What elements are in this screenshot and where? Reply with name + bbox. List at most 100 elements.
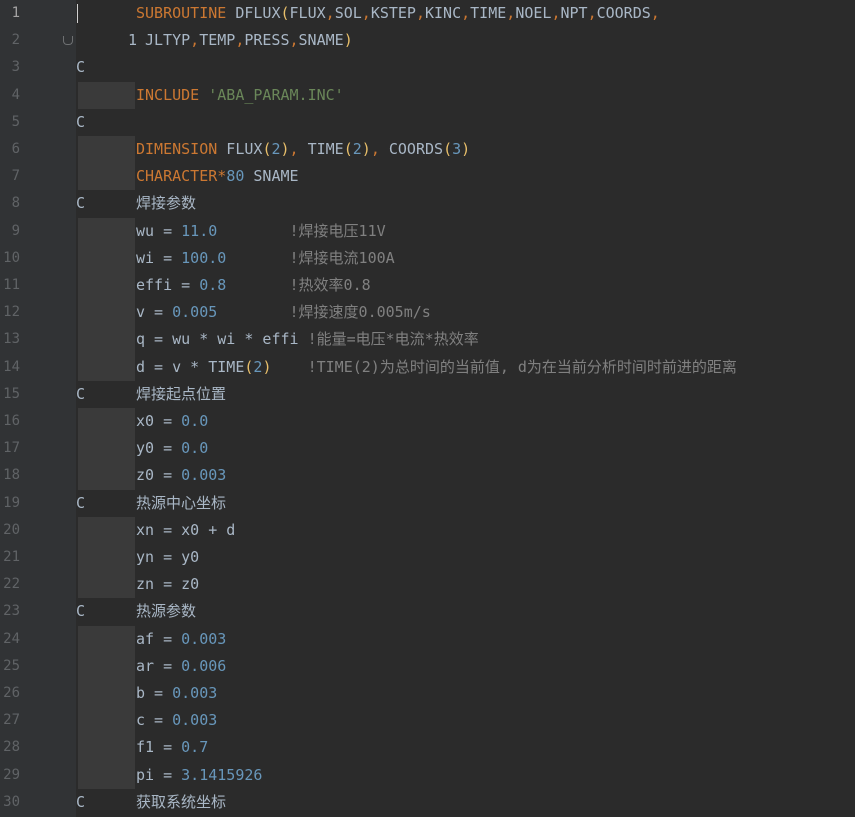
line-number: 7 <box>11 168 20 185</box>
fold-marker-icon[interactable] <box>63 36 73 46</box>
code-token: 11.0 <box>181 221 218 240</box>
code-token: PRESS <box>244 31 290 50</box>
indent-guide <box>78 707 135 735</box>
indent-guide <box>78 299 135 327</box>
code-line[interactable]: 27 c = 0.003 <box>0 707 855 735</box>
code-text[interactable]: d = v * TIME(2) !TIME(2)为总时间的当前值, d为在当前分… <box>136 354 737 381</box>
code-token: zn = z0 <box>136 575 200 594</box>
code-text[interactable]: wi = 100.0 !焊接电流100A <box>136 245 395 272</box>
code-token: 热源参数 <box>136 602 197 621</box>
code-token: 0.005 <box>172 303 218 322</box>
line-number: 17 <box>3 440 20 457</box>
code-text[interactable]: af = 0.003 <box>136 626 226 653</box>
code-token: , <box>370 140 380 158</box>
code-text[interactable]: ar = 0.006 <box>136 653 226 680</box>
code-text[interactable]: 焊接起点位置 <box>136 381 226 408</box>
code-line[interactable]: 28 f1 = 0.7 <box>0 734 855 762</box>
code-text[interactable]: DIMENSION FLUX(2), TIME(2), COORDS(3) <box>136 136 470 163</box>
code-token: af = <box>136 629 182 648</box>
code-text[interactable]: x0 = 0.0 <box>136 408 208 435</box>
code-line[interactable]: 14 d = v * TIME(2) !TIME(2)为总时间的当前值, d为在当… <box>0 353 855 381</box>
code-text[interactable]: xn = x0 + d <box>136 517 235 544</box>
code-token: ) <box>361 140 371 158</box>
code-token: INCLUDE <box>136 85 200 104</box>
code-line[interactable]: 15 C 焊接起点位置 <box>0 381 855 408</box>
code-line[interactable]: 4 INCLUDE 'ABA_PARAM.INC' <box>0 81 855 109</box>
code-line[interactable]: 25 ar = 0.006 <box>0 652 855 680</box>
comment-marker: C <box>76 602 86 621</box>
code-token: pi = <box>136 765 182 784</box>
code-token: SOL <box>334 4 362 22</box>
code-token: 2 <box>352 140 362 158</box>
code-text[interactable]: 热源参数 <box>136 598 196 625</box>
code-token: 0.003 <box>181 629 227 648</box>
code-token: x0 = <box>136 412 182 430</box>
line-number: 18 <box>3 467 20 484</box>
code-line[interactable]: 12 v = 0.005 !焊接速度0.005m/s <box>0 299 855 327</box>
code-line[interactable]: 3C <box>0 54 855 81</box>
indent-guide <box>78 435 135 463</box>
code-line[interactable]: 21 yn = y0 <box>0 544 855 572</box>
indent-guide <box>78 326 135 354</box>
code-line[interactable]: 30 C 获取系统坐标 <box>0 789 855 816</box>
code-token: !焊接电压11V <box>217 221 386 240</box>
code-line[interactable]: 13 q = wu * wi * effi !能量=电压*电流*热效率 <box>0 326 855 354</box>
code-token: d = v * TIME <box>136 357 245 376</box>
code-token: wi = <box>136 248 182 267</box>
code-text[interactable]: z0 = 0.003 <box>136 462 226 489</box>
code-line[interactable]: 23 C 热源参数 <box>0 598 855 625</box>
code-token: FLUX <box>289 4 326 22</box>
code-line[interactable]: 5C <box>0 109 855 136</box>
code-text[interactable]: b = 0.003 <box>136 680 217 707</box>
code-text[interactable]: INCLUDE 'ABA_PARAM.INC' <box>136 82 344 109</box>
code-line[interactable]: 17 y0 = 0.0 <box>0 435 855 463</box>
code-text[interactable]: y0 = 0.0 <box>136 435 208 462</box>
code-line[interactable]: 11 effi = 0.8 !热效率0.8 <box>0 272 855 300</box>
code-token: 0.003 <box>172 684 218 702</box>
code-line[interactable]: 6 DIMENSION FLUX(2), TIME(2), COORDS(3) <box>0 136 855 164</box>
code-text[interactable]: yn = y0 <box>136 544 199 571</box>
line-number: 24 <box>3 630 20 647</box>
code-token: SUBROUTINE <box>136 4 227 22</box>
code-token: 热源中心坐标 <box>136 493 227 512</box>
code-line[interactable]: 29 pi = 3.1415926 <box>0 761 855 789</box>
code-text[interactable]: 获取系统坐标 <box>136 789 226 816</box>
code-text[interactable]: pi = 3.1415926 <box>136 762 262 789</box>
code-token: v = <box>136 303 173 322</box>
code-token: JLTYP <box>145 31 191 50</box>
code-editor[interactable]: 1 SUBROUTINE DFLUX(FLUX,SOL,KSTEP,KINC,TI… <box>0 0 855 817</box>
code-line[interactable]: 18 z0 = 0.003 <box>0 462 855 490</box>
code-text[interactable]: effi = 0.8 !热效率0.8 <box>136 272 371 299</box>
code-text[interactable]: v = 0.005 !焊接速度0.005m/s <box>136 299 431 326</box>
text-caret <box>77 4 78 23</box>
code-line[interactable]: 16 x0 = 0.0 <box>0 408 855 436</box>
code-token: NOEL <box>515 4 552 22</box>
code-text[interactable]: wu = 11.0 !焊接电压11V <box>136 218 386 245</box>
code-text[interactable]: CHARACTER*80 SNAME <box>136 163 299 190</box>
code-text[interactable]: zn = z0 <box>136 571 199 598</box>
code-text[interactable]: c = 0.003 <box>136 707 217 734</box>
line-number: 13 <box>3 331 20 348</box>
code-text[interactable]: q = wu * wi * effi !能量=电压*电流*热效率 <box>136 326 479 353</box>
code-line[interactable]: 1 SUBROUTINE DFLUX(FLUX,SOL,KSTEP,KINC,TI… <box>0 0 855 27</box>
line-number: 15 <box>3 385 20 402</box>
code-line[interactable]: 8 C 焊接参数 <box>0 190 855 217</box>
code-line[interactable]: 22 zn = z0 <box>0 571 855 599</box>
code-line[interactable]: 19 C 热源中心坐标 <box>0 490 855 517</box>
code-line[interactable]: 24 af = 0.003 <box>0 625 855 653</box>
code-line[interactable]: 2 1 JLTYP,TEMP,PRESS,SNAME) <box>0 27 855 54</box>
comment-marker: C <box>76 384 86 403</box>
code-line[interactable]: 7 CHARACTER*80 SNAME <box>0 163 855 191</box>
code-token: , <box>361 4 371 22</box>
code-text[interactable]: JLTYP,TEMP,PRESS,SNAME) <box>145 27 353 54</box>
code-text[interactable]: 焊接参数 <box>136 190 196 217</box>
code-line[interactable]: 9 wu = 11.0 !焊接电压11V <box>0 217 855 245</box>
code-text[interactable]: f1 = 0.7 <box>136 734 208 761</box>
line-number: 11 <box>3 277 20 293</box>
code-line[interactable]: 20 xn = x0 + d <box>0 516 855 544</box>
code-text[interactable]: 热源中心坐标 <box>136 490 226 517</box>
code-line[interactable]: 26 b = 0.003 <box>0 680 855 708</box>
code-line[interactable]: 10 wi = 100.0 !焊接电流100A <box>0 244 855 272</box>
code-token: , <box>325 4 335 22</box>
code-text[interactable]: SUBROUTINE DFLUX(FLUX,SOL,KSTEP,KINC,TIM… <box>136 0 660 27</box>
